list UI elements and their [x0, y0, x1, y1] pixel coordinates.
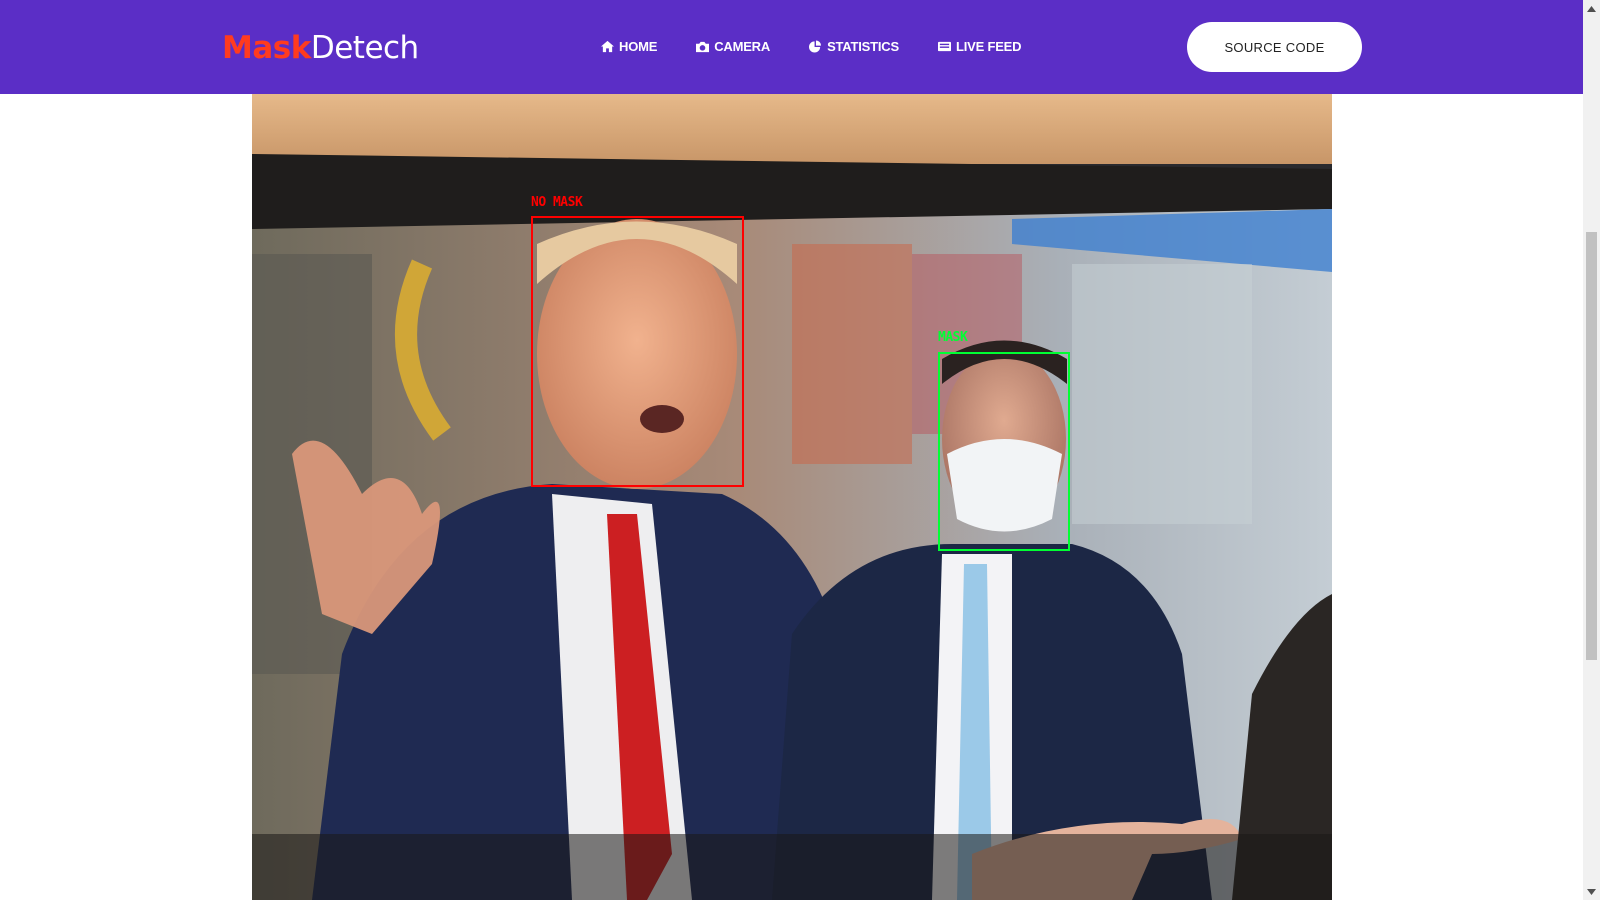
feed-icon: [937, 41, 951, 51]
scroll-up-arrow-icon[interactable]: [1583, 0, 1600, 17]
camera-frame-image: [252, 94, 1332, 900]
pie-chart-icon: [809, 39, 822, 53]
brand-part-detech: Detech: [310, 30, 419, 66]
nav-camera-label: CAMERA: [714, 38, 771, 54]
source-code-button[interactable]: SOURCE CODE: [1187, 22, 1362, 72]
nav-live-feed-label: LIVE FEED: [955, 38, 1022, 54]
scroll-down-arrow-icon[interactable]: [1583, 883, 1600, 900]
home-icon: [601, 40, 614, 52]
brand-part-mask: Mask: [222, 30, 311, 66]
page-scrollbar[interactable]: [1583, 0, 1600, 900]
camera-icon: [696, 41, 710, 52]
nav-camera[interactable]: CAMERA: [695, 36, 770, 56]
detection-label-mask: MASK: [938, 330, 968, 345]
detection-label-no-mask: NO MASK: [531, 195, 583, 210]
nav-statistics[interactable]: STATISTICS: [808, 36, 899, 56]
top-navbar: MaskDetech HOME CAMERA STATISTICS LIVE F…: [0, 0, 1583, 94]
live-camera-feed: NO MASK MASK: [252, 94, 1332, 900]
detection-box-mask: [938, 352, 1070, 551]
detection-box-no-mask: [531, 216, 744, 487]
nav-live-feed[interactable]: LIVE FEED: [937, 36, 1022, 56]
nav-home[interactable]: HOME: [600, 36, 657, 56]
brand-logo[interactable]: MaskDetech: [222, 28, 419, 68]
nav-statistics-label: STATISTICS: [827, 38, 899, 54]
nav-home-label: HOME: [619, 38, 658, 54]
main-nav: HOME CAMERA STATISTICS LIVE FEED: [600, 36, 1022, 56]
scroll-thumb[interactable]: [1586, 232, 1597, 660]
